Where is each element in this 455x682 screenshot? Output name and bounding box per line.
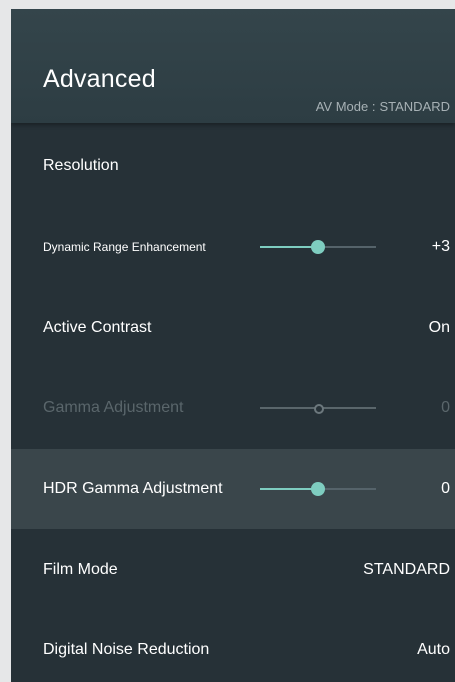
av-mode-indicator: AV Mode : STANDARD — [316, 99, 450, 114]
hdr-gamma-slider[interactable] — [260, 482, 376, 497]
menu-item-label: Active Contrast — [43, 318, 152, 336]
menu-item-value: 0 — [441, 399, 450, 417]
av-mode-value: STANDARD — [379, 99, 450, 114]
menu-item-resolution[interactable]: Resolution — [11, 126, 455, 207]
menu-item-value: Auto — [417, 641, 450, 659]
menu-item-active-contrast[interactable]: Active Contrast On — [11, 287, 455, 368]
gamma-slider — [260, 401, 376, 415]
menu-item-label: HDR Gamma Adjustment — [43, 480, 223, 498]
menu-item-value: STANDARD — [363, 560, 450, 578]
panel-header: Advanced AV Mode : STANDARD — [11, 9, 455, 123]
menu-item-value: On — [428, 318, 450, 336]
menu-item-value: +3 — [431, 238, 450, 256]
menu-item-gamma-adjustment: Gamma Adjustment 0 — [11, 368, 455, 449]
menu-item-label: Dynamic Range Enhancement — [43, 240, 206, 255]
slider-knob — [314, 404, 324, 415]
slider-knob[interactable] — [311, 482, 325, 497]
dynamic-range-slider[interactable] — [260, 240, 376, 255]
menu-item-digital-noise-reduction[interactable]: Digital Noise Reduction Auto — [11, 610, 455, 682]
settings-menu: Resolution Dynamic Range Enhancement +3 … — [11, 126, 455, 682]
menu-item-hdr-gamma-adjustment[interactable]: HDR Gamma Adjustment 0 — [11, 448, 455, 530]
menu-item-label: Film Mode — [43, 560, 118, 578]
slider-fill — [260, 246, 318, 249]
menu-item-dynamic-range-enhancement[interactable]: Dynamic Range Enhancement +3 — [11, 207, 455, 288]
menu-item-film-mode[interactable]: Film Mode STANDARD — [11, 529, 455, 610]
menu-item-label: Resolution — [43, 157, 119, 175]
advanced-settings-panel: Advanced AV Mode : STANDARD Resolution D… — [11, 9, 455, 682]
slider-knob[interactable] — [311, 240, 325, 255]
menu-item-label: Gamma Adjustment — [43, 399, 184, 417]
page-title: Advanced — [43, 65, 156, 93]
menu-item-label: Digital Noise Reduction — [43, 641, 210, 659]
av-mode-label: AV Mode : — [315, 99, 376, 114]
menu-item-value: 0 — [441, 480, 450, 498]
slider-fill — [260, 488, 318, 491]
